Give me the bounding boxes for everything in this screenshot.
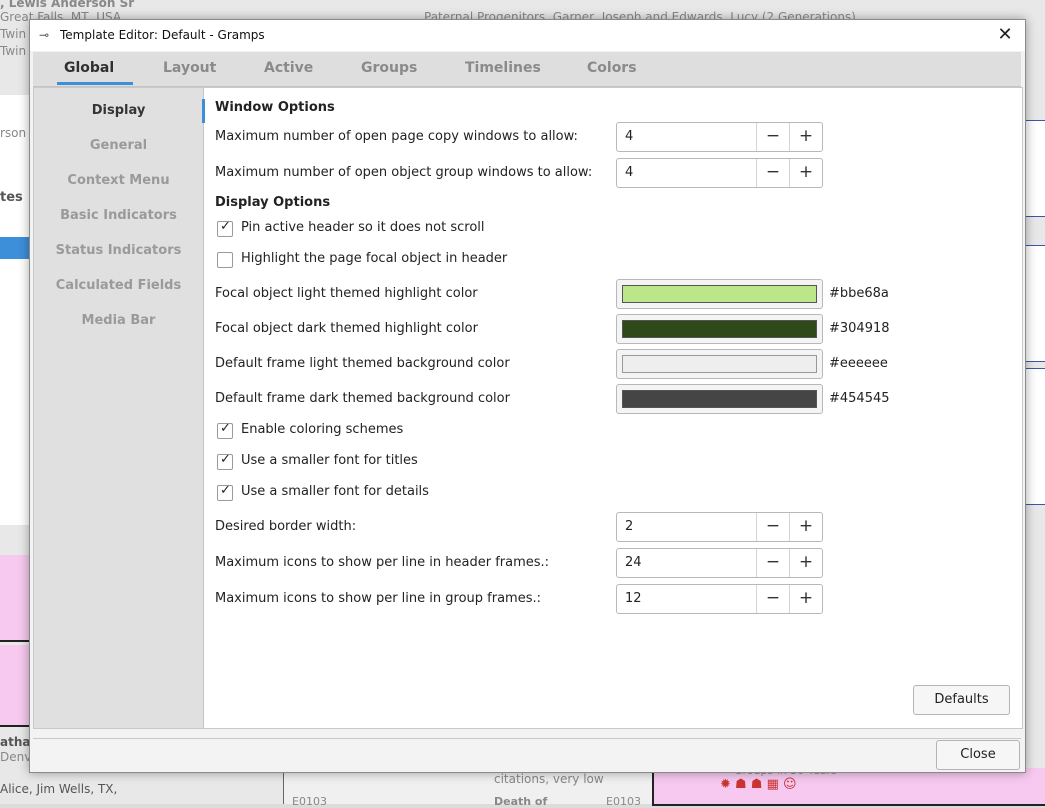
bg-bottom-card: citations, very low E0103 Death of E0103 <box>283 768 654 808</box>
group-icons-increment-button[interactable]: + <box>789 585 822 613</box>
template-editor-dialog: ⊸ Template Editor: Default - Gramps ✕ Gl… <box>29 19 1026 773</box>
bg-bottom-event-id: E0103 <box>292 795 327 808</box>
page-copy-decrement-button[interactable]: − <box>756 123 789 151</box>
focal-dark-color-swatch <box>622 320 817 338</box>
bg-twin-1: Twin <box>0 27 27 41</box>
window-options-heading: Window Options <box>215 100 335 115</box>
frame-light-color-swatch <box>622 355 817 373</box>
sidebar: Display General Context Menu Basic Indic… <box>34 88 205 728</box>
group-icons-stepper[interactable]: 12 − + <box>616 584 823 614</box>
group-icons-value[interactable]: 12 <box>625 591 642 606</box>
footer-divider <box>33 738 1021 739</box>
border-width-value[interactable]: 2 <box>625 519 633 534</box>
small-details-checkbox[interactable]: ✓ <box>217 483 233 501</box>
header-icons-value[interactable]: 24 <box>625 555 642 570</box>
frame-dark-color-label: Default frame dark themed background col… <box>215 391 510 406</box>
checkmark-icon: ✓ <box>220 452 231 467</box>
window-close-button[interactable]: ✕ <box>993 24 1017 48</box>
small-titles-checkbox[interactable]: ✓ <box>217 452 233 470</box>
focal-dark-color-label: Focal object dark themed highlight color <box>215 321 478 336</box>
small-details-label: Use a smaller font for details <box>241 484 429 499</box>
border-width-decrement-button[interactable]: − <box>756 513 789 541</box>
object-group-increment-button[interactable]: + <box>789 159 822 187</box>
bg-bottom-event-id-2: E0103 <box>606 795 641 808</box>
page-copy-windows-label: Maximum number of open page copy windows… <box>215 129 578 144</box>
frame-light-color-label: Default frame light themed background co… <box>215 356 510 371</box>
object-group-windows-label: Maximum number of open object group wind… <box>215 165 593 180</box>
focal-light-color-value: #bbe68a <box>829 286 889 301</box>
small-titles-label: Use a smaller font for titles <box>241 453 418 468</box>
header-icons-increment-button[interactable]: + <box>789 549 822 577</box>
title-bar: ⊸ Template Editor: Default - Gramps ✕ <box>30 20 1025 51</box>
focal-light-color-button[interactable] <box>616 279 823 309</box>
bg-pink-card-2 <box>0 645 30 727</box>
page-copy-windows-value[interactable]: 4 <box>625 129 633 144</box>
frame-dark-color-value: #454545 <box>829 391 890 406</box>
object-group-decrement-button[interactable]: − <box>756 159 789 187</box>
object-group-windows-stepper[interactable]: 4 − + <box>616 158 823 188</box>
sidebar-item-context-menu[interactable]: Context Menu <box>34 173 203 188</box>
active-tab-indicator <box>57 82 133 85</box>
border-width-stepper[interactable]: 2 − + <box>616 512 823 542</box>
checkmark-icon: ✓ <box>220 421 231 436</box>
focal-dark-color-value: #304918 <box>829 321 890 336</box>
sidebar-item-status-indicators[interactable]: Status Indicators <box>34 243 203 258</box>
tab-bar: Global Layout Active Groups Timelines Co… <box>33 52 1021 87</box>
focal-light-color-label: Focal object light themed highlight colo… <box>215 286 478 301</box>
header-icons-stepper[interactable]: 24 − + <box>616 548 823 578</box>
bg-person-name: , Lewis Anderson Sr <box>0 0 135 10</box>
sidebar-item-media-bar[interactable]: Media Bar <box>34 313 203 328</box>
tab-layout[interactable]: Layout <box>163 60 216 76</box>
close-button[interactable]: Close <box>936 740 1020 770</box>
tab-timelines[interactable]: Timelines <box>465 60 541 76</box>
frame-light-color-button[interactable] <box>616 349 823 379</box>
bg-left-panel <box>0 95 30 525</box>
bg-left-bottom-3: Alice, Jim Wells, TX, <box>0 782 118 796</box>
group-icons-decrement-button[interactable]: − <box>756 585 789 613</box>
bg-bottom-citations: citations, very low <box>494 772 604 786</box>
display-settings-panel: Window Options Maximum number of open pa… <box>204 88 1022 728</box>
bg-twin-2: Twin <box>0 44 27 58</box>
bg-left-fragment-2: tes <box>0 190 23 205</box>
highlight-focal-label: Highlight the page focal object in heade… <box>241 251 508 266</box>
header-icons-decrement-button[interactable]: − <box>756 549 789 577</box>
border-width-label: Desired border width: <box>215 519 357 534</box>
bg-bottom-pink-card: Groups in 30 Years ✹ ☗ ☗ ▦ ☺ <box>652 764 1045 806</box>
frame-dark-color-swatch <box>622 390 817 408</box>
bg-bottom-event: Death of <box>494 795 548 808</box>
highlight-focal-checkbox[interactable] <box>217 252 233 268</box>
tab-content: Display General Context Menu Basic Indic… <box>33 87 1023 729</box>
border-width-increment-button[interactable]: + <box>789 513 822 541</box>
checkmark-icon: ✓ <box>220 219 231 234</box>
frame-dark-color-button[interactable] <box>616 384 823 414</box>
bg-indicator-icons: ✹ ☗ ☗ ▦ ☺ <box>720 777 797 792</box>
bg-left-selection <box>0 237 30 259</box>
group-icons-label: Maximum icons to show per line in group … <box>215 591 541 606</box>
tab-colors[interactable]: Colors <box>587 60 637 76</box>
object-group-windows-value[interactable]: 4 <box>625 165 633 180</box>
coloring-schemes-label: Enable coloring schemes <box>241 422 404 437</box>
page-copy-increment-button[interactable]: + <box>789 123 822 151</box>
pin-header-checkbox[interactable]: ✓ <box>217 219 233 237</box>
display-options-heading: Display Options <box>215 195 331 210</box>
checkmark-icon: ✓ <box>220 483 231 498</box>
sidebar-item-display[interactable]: Display <box>34 103 203 118</box>
header-icons-label: Maximum icons to show per line in header… <box>215 555 550 570</box>
gramps-app-icon: ⊸ <box>39 28 50 42</box>
sidebar-item-calculated-fields[interactable]: Calculated Fields <box>34 278 203 293</box>
coloring-schemes-checkbox[interactable]: ✓ <box>217 421 233 439</box>
defaults-button[interactable]: Defaults <box>913 685 1010 715</box>
frame-light-color-value: #eeeeee <box>829 356 888 371</box>
sidebar-item-basic-indicators[interactable]: Basic Indicators <box>34 208 203 223</box>
page-copy-windows-stepper[interactable]: 4 − + <box>616 122 823 152</box>
bg-pink-card-1 <box>0 555 30 642</box>
tab-global[interactable]: Global <box>64 60 114 76</box>
focal-light-color-swatch <box>622 285 817 303</box>
focal-dark-color-button[interactable] <box>616 314 823 344</box>
tab-active[interactable]: Active <box>264 60 313 76</box>
sidebar-item-general[interactable]: General <box>34 138 203 153</box>
tab-groups[interactable]: Groups <box>361 60 417 76</box>
pin-header-label: Pin active header so it does not scroll <box>241 220 485 235</box>
window-title: Template Editor: Default - Gramps <box>60 28 265 42</box>
